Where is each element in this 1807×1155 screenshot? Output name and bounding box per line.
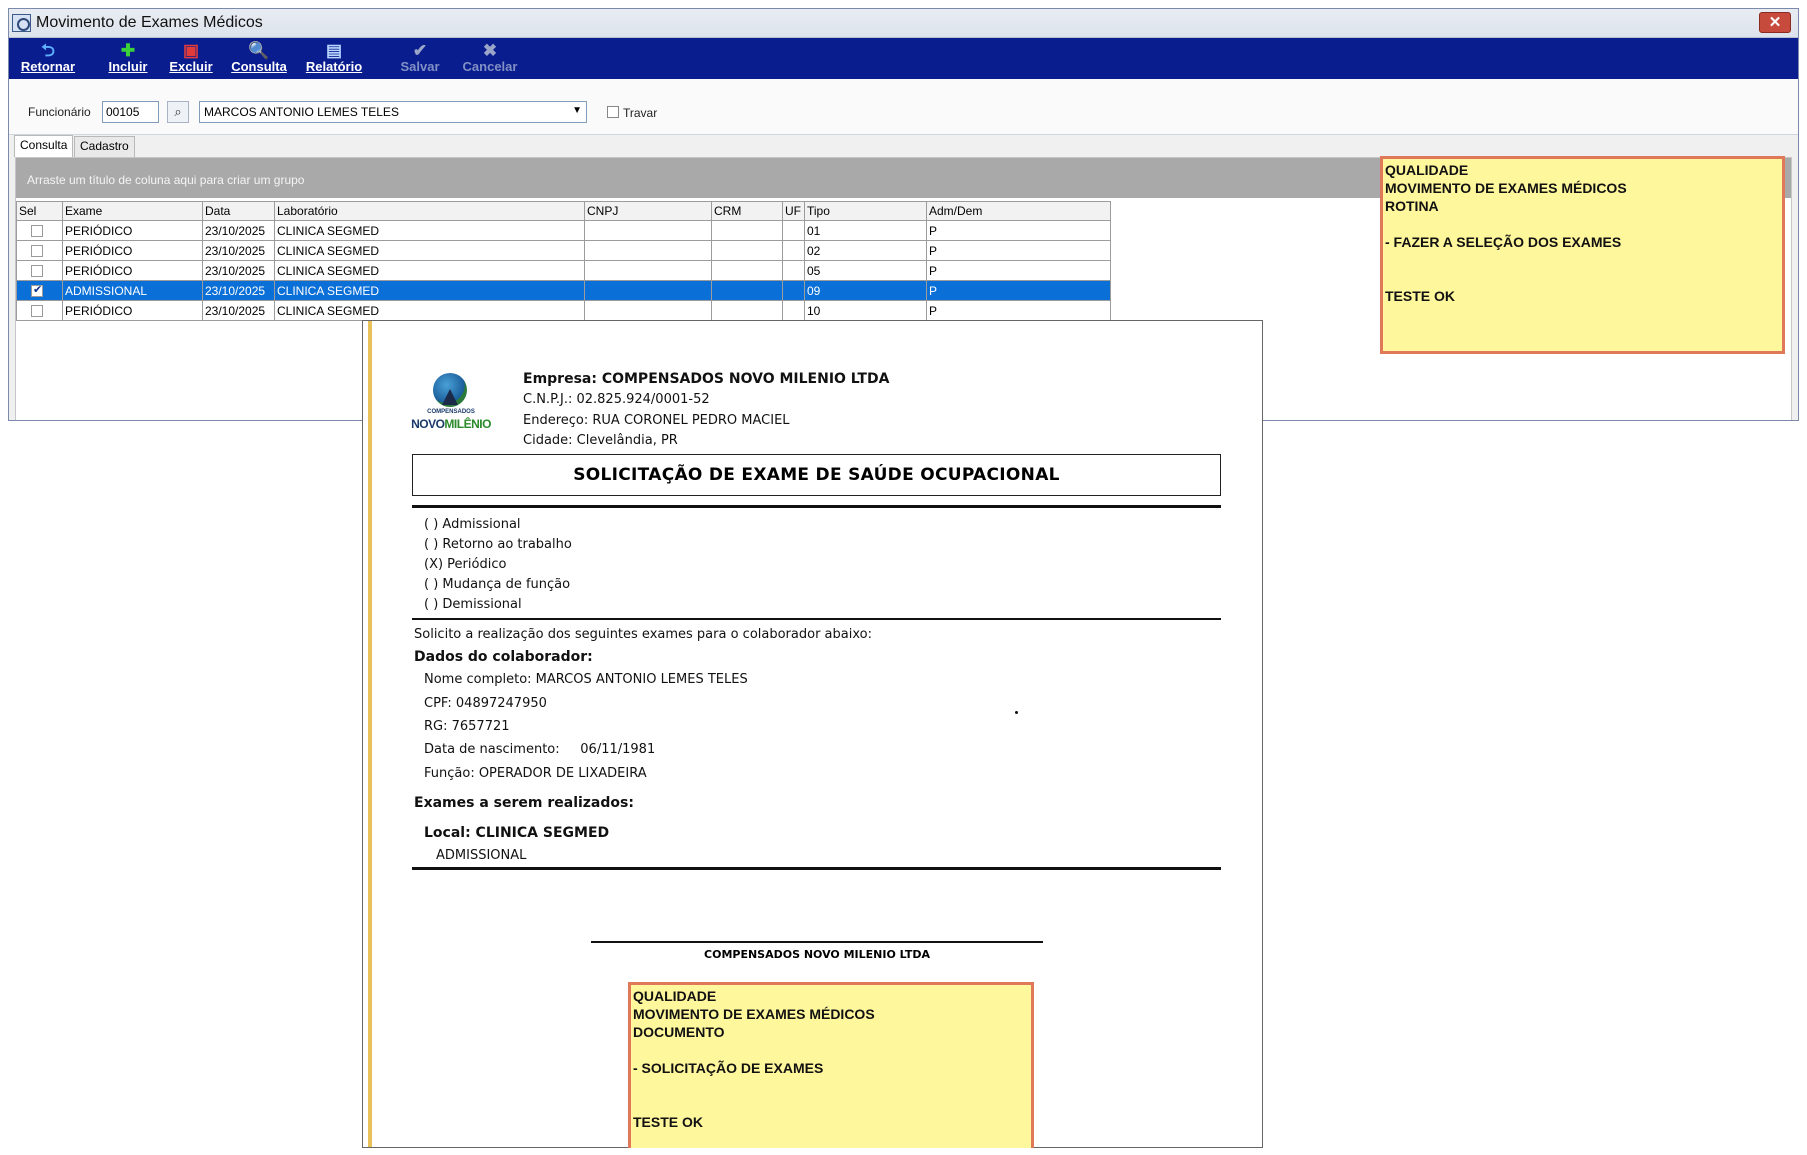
row-select-checkbox[interactable] (31, 245, 43, 258)
row-select-checkbox[interactable] (31, 225, 43, 238)
relatorio-button[interactable]: ▤ Relatório (300, 41, 368, 77)
undo-arrow-icon: ⮌ (41, 41, 55, 60)
grid-header-row: Sel Exame Data Laboratório CNPJ CRM UF T… (16, 201, 1111, 221)
col-header-data[interactable]: Data (202, 201, 275, 221)
cancel-x-icon: ✖ (482, 41, 498, 60)
exams-grid: Sel Exame Data Laboratório CNPJ CRM UF T… (16, 201, 1111, 321)
table-row[interactable]: PERIÓDICO 23/10/2025 CLINICA SEGMED 05 P (16, 260, 1111, 281)
document-title: SOLICITAÇÃO DE EXAME DE SAÚDE OCUPACIONA… (412, 454, 1221, 496)
retornar-button[interactable]: ⮌ Retornar (17, 41, 79, 77)
collaborator-name: Nome completo: MARCOS ANTONIO LEMES TELE… (424, 672, 748, 687)
col-header-sel[interactable]: Sel (16, 201, 63, 221)
incluir-button[interactable]: ✚ Incluir (99, 41, 157, 77)
consulta-button[interactable]: 🔍 Consulta (226, 41, 292, 77)
col-header-tipo[interactable]: Tipo (804, 201, 927, 221)
sticky-note-rotina: QUALIDADE MOVIMENTO DE EXAMES MÉDICOS RO… (1380, 156, 1785, 354)
col-header-cnpj[interactable]: CNPJ (584, 201, 712, 221)
delete-icon: ▣ (182, 41, 200, 60)
signature-line (591, 941, 1043, 943)
lock-checkbox[interactable] (607, 106, 619, 118)
signature-company: COMPENSADOS NOVO MILENIO LTDA (704, 948, 930, 961)
option-periodico: (X) Periódico (424, 557, 507, 572)
employee-search-button[interactable]: ⌕ (167, 101, 189, 123)
row-select-checkbox[interactable] (31, 283, 43, 298)
divider (412, 618, 1221, 620)
employee-name-select[interactable]: MARCOS ANTONIO LEMES TELES ▼ (199, 101, 587, 123)
col-header-laboratorio[interactable]: Laboratório (274, 201, 585, 221)
collaborator-cpf: CPF: 04897247950 (424, 696, 547, 711)
exams-header: Exames a serem realizados: (414, 795, 634, 811)
salvar-button[interactable]: ✔ Salvar (390, 41, 450, 77)
table-row[interactable]: PERIÓDICO 23/10/2025 CLINICA SEGMED 02 P (16, 240, 1111, 261)
table-row-selected[interactable]: ADMISSIONAL 23/10/2025 CLINICA SEGMED 09… (16, 280, 1111, 301)
divider (412, 867, 1221, 870)
screen: Movimento de Exames Médicos ✕ ⮌ Retornar… (0, 0, 1807, 1155)
cancelar-button[interactable]: ✖ Cancelar (457, 41, 523, 77)
request-text: Solicito a realização dos seguintes exam… (414, 627, 872, 642)
magnifier-icon: 🔍 (248, 41, 270, 60)
row-select-checkbox[interactable] (31, 265, 43, 278)
col-header-crm[interactable]: CRM (711, 201, 783, 221)
col-header-admdem[interactable]: Adm/Dem (926, 201, 1111, 221)
excluir-button[interactable]: ▣ Excluir (162, 41, 220, 77)
toolbar: ⮌ Retornar ✚ Incluir ▣ Excluir 🔍 Consult… (9, 38, 1798, 79)
option-retorno: ( ) Retorno ao trabalho (424, 537, 572, 552)
group-hint: Arraste um título de coluna aqui para cr… (27, 173, 305, 187)
check-icon: ✔ (412, 41, 428, 60)
company-address: Endereço: RUA CORONEL PEDRO MACIEL (523, 413, 790, 428)
dropdown-arrow-icon[interactable]: ▼ (572, 105, 582, 116)
employee-label: Funcionário (28, 105, 91, 119)
tab-consulta[interactable]: Consulta (14, 135, 74, 157)
company-city: Cidade: Clevelândia, PR (523, 433, 678, 448)
close-button[interactable]: ✕ (1759, 12, 1791, 33)
employee-filter-row: Funcionário 00105 ⌕ MARCOS ANTONIO LEMES… (9, 79, 1798, 135)
sticky-note-documento: QUALIDADE MOVIMENTO DE EXAMES MÉDICOS DO… (628, 982, 1034, 1148)
company-logo: COMPENSADOS NOVOMILÊNIO (411, 373, 491, 435)
printer-icon: ▤ (325, 41, 343, 60)
collaborator-birth: Data de nascimento: 06/11/1981 (424, 742, 656, 757)
option-admissional: ( ) Admissional (424, 517, 521, 532)
tab-strip: Consulta Cadastro (9, 135, 1798, 157)
col-header-exame[interactable]: Exame (62, 201, 203, 221)
col-header-uf[interactable]: UF (782, 201, 805, 221)
collaborator-role: Função: OPERADOR DE LIXADEIRA (424, 766, 647, 781)
company-cnpj: C.N.P.J.: 02.825.924/0001-52 (523, 392, 710, 407)
magnifier-icon: ⌕ (174, 104, 182, 119)
employee-code-input[interactable]: 00105 (102, 101, 159, 123)
plus-icon: ✚ (120, 41, 136, 60)
app-icon (12, 14, 31, 32)
table-row[interactable]: PERIÓDICO 23/10/2025 CLINICA SEGMED 01 P (16, 220, 1111, 241)
option-demissional: ( ) Demissional (424, 597, 522, 612)
divider (412, 505, 1221, 508)
lock-label: Travar (623, 106, 658, 120)
exam-item: ADMISSIONAL (436, 848, 527, 863)
title-bar: Movimento de Exames Médicos ✕ (9, 9, 1798, 38)
collaborator-rg: RG: 7657721 (424, 719, 510, 734)
exam-local: Local: CLINICA SEGMED (424, 825, 610, 841)
tab-cadastro[interactable]: Cadastro (74, 136, 135, 157)
option-mudanca: ( ) Mudança de função (424, 577, 571, 592)
row-select-checkbox[interactable] (31, 305, 43, 318)
collaborator-header: Dados do colaborador: (414, 649, 593, 665)
window-title: Movimento de Exames Médicos (36, 14, 263, 31)
company-name: Empresa: COMPENSADOS NOVO MILENIO LTDA (523, 371, 890, 387)
table-row[interactable]: PERIÓDICO 23/10/2025 CLINICA SEGMED 10 P (16, 300, 1111, 321)
